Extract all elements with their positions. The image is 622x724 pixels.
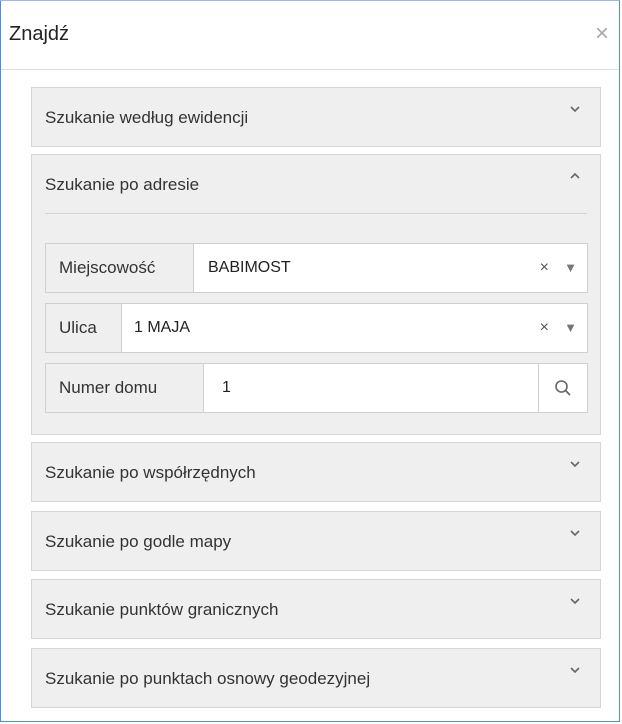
house-number-value[interactable]: 1 bbox=[222, 364, 231, 412]
town-value[interactable]: BABIMOST bbox=[208, 244, 291, 292]
section-boundary-points[interactable]: Szukanie punktów granicznych bbox=[31, 579, 601, 639]
house-number-input[interactable]: Numer domu 1 bbox=[45, 363, 588, 413]
section-label[interactable]: Szukanie po adresie bbox=[45, 175, 199, 195]
street-select[interactable]: Ulica 1 MAJA × ▼ bbox=[45, 303, 588, 353]
section-by-coordinates[interactable]: Szukanie po współrzędnych bbox=[31, 442, 601, 502]
chevron-down-icon[interactable] bbox=[568, 457, 588, 477]
chevron-up-icon[interactable] bbox=[568, 169, 588, 189]
section-geodetic-control-points[interactable]: Szukanie po punktach osnowy geodezyjnej bbox=[31, 648, 601, 708]
house-number-label: Numer domu bbox=[46, 364, 204, 412]
chevron-down-icon[interactable] bbox=[568, 102, 588, 122]
section-by-map-sheet[interactable]: Szukanie po godle mapy bbox=[31, 511, 601, 571]
search-icon[interactable] bbox=[538, 364, 587, 412]
town-select[interactable]: Miejscowość BABIMOST × ▼ bbox=[45, 243, 588, 293]
section-label: Szukanie po punktach osnowy geodezyjnej bbox=[45, 669, 371, 688]
section-by-registry[interactable]: Szukanie według ewidencji bbox=[31, 87, 601, 147]
find-dialog: Znajdź × Szukanie według ewidencji Szuka… bbox=[0, 0, 620, 722]
section-label: Szukanie po współrzędnych bbox=[45, 463, 256, 482]
street-label: Ulica bbox=[46, 304, 122, 352]
dialog-header: Znajdź × bbox=[1, 1, 619, 70]
close-icon[interactable]: × bbox=[595, 19, 609, 49]
dropdown-arrow-icon[interactable]: ▼ bbox=[564, 260, 577, 275]
clear-icon[interactable]: × bbox=[540, 319, 549, 337]
section-label: Szukanie punktów granicznych bbox=[45, 600, 279, 619]
dialog-title: Znajdź bbox=[9, 23, 70, 45]
clear-icon[interactable]: × bbox=[540, 259, 549, 277]
dropdown-arrow-icon[interactable]: ▼ bbox=[564, 320, 577, 335]
chevron-down-icon[interactable] bbox=[568, 526, 588, 546]
chevron-down-icon[interactable] bbox=[568, 594, 588, 614]
section-label: Szukanie według ewidencji bbox=[45, 108, 249, 127]
town-label: Miejscowość bbox=[46, 244, 194, 292]
section-divider bbox=[45, 213, 587, 214]
section-label: Szukanie po godle mapy bbox=[45, 532, 232, 551]
section-by-address: Szukanie po adresie Miejscowość BABIMOST… bbox=[31, 154, 601, 435]
street-value[interactable]: 1 MAJA bbox=[134, 304, 190, 352]
chevron-down-icon[interactable] bbox=[568, 663, 588, 683]
